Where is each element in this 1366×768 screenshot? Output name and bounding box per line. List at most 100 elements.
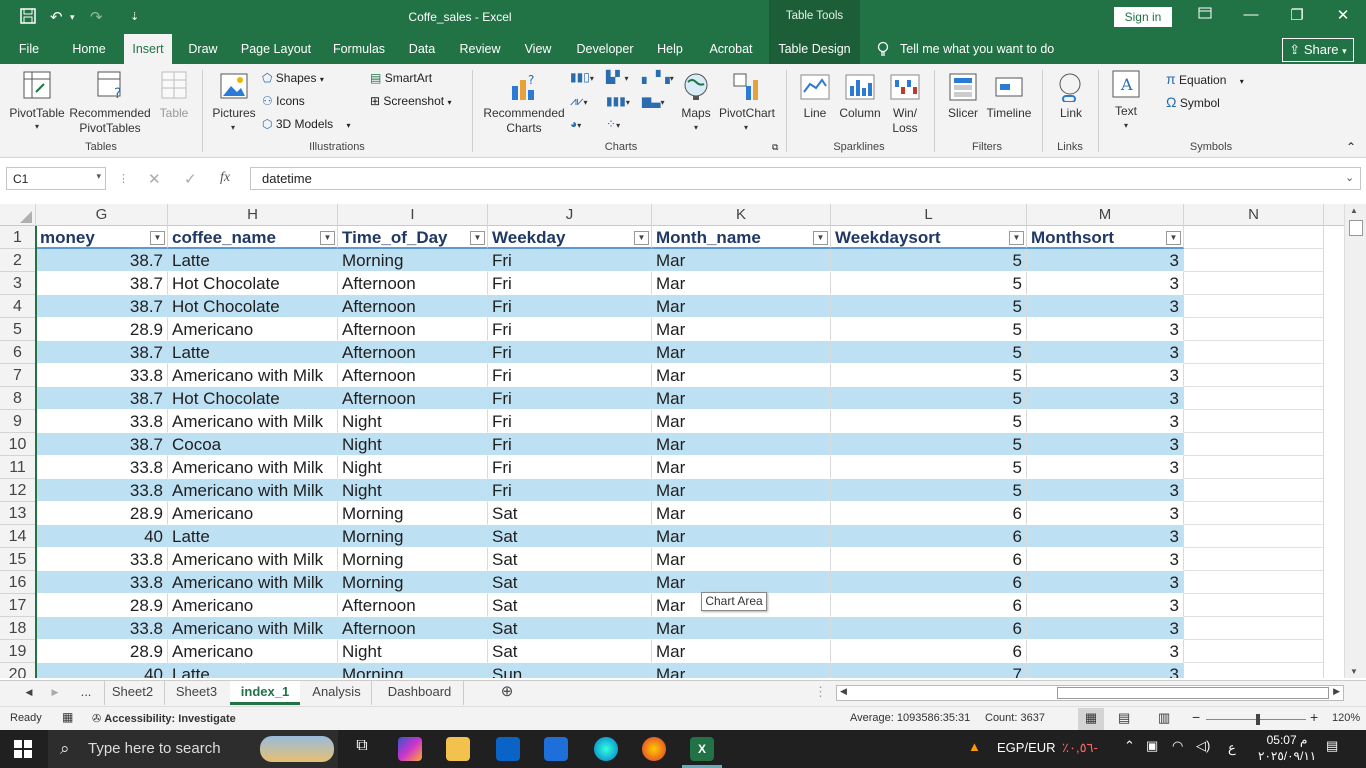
cell-weekday[interactable]: Fri [488,341,652,364]
cell-time-of-day[interactable]: Afternoon [338,594,488,617]
cell-weekdaysort[interactable]: 5 [831,410,1027,433]
copilot-icon[interactable] [398,737,422,761]
cell-weekday[interactable]: Fri [488,387,652,410]
cell-month-name[interactable]: Mar [652,663,831,678]
cell-month-name[interactable]: Mar [652,479,831,502]
cell-monthsort[interactable]: 3 [1027,410,1184,433]
wifi-icon[interactable]: ◠ [1172,738,1183,754]
worksheet-grid[interactable]: 1 money ▼ coffee_name ▼ Time_of_Day ▼ Weekday ▼ M… [0,226,1344,678]
row-header[interactable]: 8 [0,387,36,410]
row-header[interactable]: 7 [0,364,36,387]
horizontal-scrollbar[interactable]: ◀ ▶ [836,685,1344,701]
cell-coffee-name[interactable]: Americano with Milk [168,456,338,479]
text-dropdown-icon[interactable]: ▾ [1119,118,1133,133]
tab-table-design[interactable]: Table Design [769,34,860,64]
cell-monthsort[interactable]: 3 [1027,617,1184,640]
table-header-coffee-name[interactable]: coffee_name ▼ [168,226,338,249]
cell-weekdaysort[interactable]: 5 [831,272,1027,295]
cell-money[interactable]: 28.9 [36,502,168,525]
cell-monthsort[interactable]: 3 [1027,663,1184,678]
windows-start-icon[interactable] [14,740,32,761]
scroll-left-icon[interactable]: ◀ [840,686,847,697]
row-header[interactable]: 3 [0,272,36,295]
cell-time-of-day[interactable]: Morning [338,502,488,525]
cell-empty[interactable] [1184,548,1324,571]
ribbon-display-icon[interactable] [1190,6,1220,23]
scroll-down-icon[interactable]: ▼ [1350,667,1358,676]
cell-time-of-day[interactable]: Afternoon [338,295,488,318]
cell-time-of-day[interactable]: Afternoon [338,272,488,295]
cell-monthsort[interactable]: 3 [1027,502,1184,525]
sheet-tab-sheet3[interactable]: Sheet3 [164,681,228,705]
cell-empty[interactable] [1184,571,1324,594]
sparkline-winloss-icon[interactable] [890,74,920,103]
cell-coffee-name[interactable]: Hot Chocolate [168,387,338,410]
cell-empty[interactable] [1184,433,1324,456]
sheet-tab-index-1[interactable]: index_1 [230,681,300,705]
restore-icon[interactable]: ❐ [1282,6,1312,24]
cell-time-of-day[interactable]: Afternoon [338,387,488,410]
sparkline-line-icon[interactable] [800,74,830,103]
cell-monthsort[interactable]: 3 [1027,364,1184,387]
filter-dropdown-icon[interactable]: ▼ [813,231,828,245]
tab-insert[interactable]: Insert [124,34,172,64]
cell-money[interactable]: 33.8 [36,548,168,571]
row-header[interactable]: 5 [0,318,36,341]
pivottable-dropdown-icon[interactable]: ▾ [30,119,44,134]
slicer-button[interactable]: Slicer [942,106,984,121]
tab-developer[interactable]: Developer [570,34,640,64]
task-view-icon[interactable]: ⧉ [350,737,374,761]
cell-weekdaysort[interactable]: 5 [831,364,1027,387]
cell-time-of-day[interactable]: Morning [338,525,488,548]
pivottable-icon[interactable] [22,70,52,103]
cell-weekdaysort[interactable]: 5 [831,341,1027,364]
scatter-chart-button[interactable]: ⁘▾ [606,117,620,131]
hierarchy-chart-button[interactable]: ▙▘▾ [606,70,628,84]
cell-weekdaysort[interactable]: 7 [831,663,1027,678]
column-header-k[interactable]: K [652,204,831,226]
cell-weekdaysort[interactable]: 5 [831,295,1027,318]
cell-empty[interactable] [1184,525,1324,548]
waterfall-chart-button[interactable]: ▖▝▗▾ [642,70,674,84]
cell-coffee-name[interactable]: Hot Chocolate [168,272,338,295]
name-box-dropdown-icon[interactable]: ▾ [96,171,101,182]
cell-month-name[interactable]: Mar [652,456,831,479]
recommended-pivot-icon[interactable]: ? [96,70,126,103]
cell-weekdaysort[interactable]: 6 [831,525,1027,548]
sparkline-winloss-button[interactable]: Win/ Loss [884,106,926,136]
row-header[interactable]: 10 [0,433,36,456]
cell-coffee-name[interactable]: Americano with Milk [168,410,338,433]
table-header-monthsort[interactable]: Monthsort ▼ [1027,226,1184,249]
cell-weekdaysort[interactable]: 6 [831,548,1027,571]
3d-models-button[interactable]: ⬡ 3D Models ▾ [262,117,351,131]
tab-home[interactable]: Home [64,34,114,64]
cell-coffee-name[interactable]: Americano [168,502,338,525]
cell-money[interactable]: 33.8 [36,364,168,387]
recommended-charts-button[interactable]: Recommended Charts [480,106,568,136]
cell-time-of-day[interactable]: Afternoon [338,364,488,387]
shapes-button[interactable]: ⬠ Shapes ▾ [262,71,324,85]
insert-function-icon[interactable]: fx [220,170,230,186]
pivotchart-icon[interactable] [732,72,762,105]
row-header[interactable]: 4 [0,295,36,318]
cell-empty[interactable] [1184,410,1324,433]
zoom-in-icon[interactable]: + [1310,709,1318,725]
equation-button[interactable]: π Equation ▾ [1166,71,1244,87]
charts-dialog-launcher-icon[interactable]: ⧉ [772,142,778,153]
page-layout-view-icon[interactable]: ▤ [1118,710,1130,726]
tray-overflow-icon[interactable]: ⌃ [1124,738,1135,754]
cell-weekday[interactable]: Sat [488,502,652,525]
table-icon[interactable] [160,70,188,103]
cell-weekday[interactable]: Fri [488,318,652,341]
cell-coffee-name[interactable]: Latte [168,341,338,364]
cell-monthsort[interactable]: 3 [1027,249,1184,272]
zoom-slider-thumb[interactable] [1256,714,1260,725]
cell-money[interactable]: 40 [36,663,168,678]
cell-time-of-day[interactable]: Night [338,479,488,502]
cell-money[interactable]: 33.8 [36,617,168,640]
cell-weekdaysort[interactable]: 5 [831,479,1027,502]
formula-input[interactable]: datetime [250,167,1361,190]
zoom-out-icon[interactable]: − [1192,709,1200,725]
line-chart-button[interactable]: ⩘⩗▾ [570,94,588,109]
close-icon[interactable]: ✕ [1328,6,1358,24]
